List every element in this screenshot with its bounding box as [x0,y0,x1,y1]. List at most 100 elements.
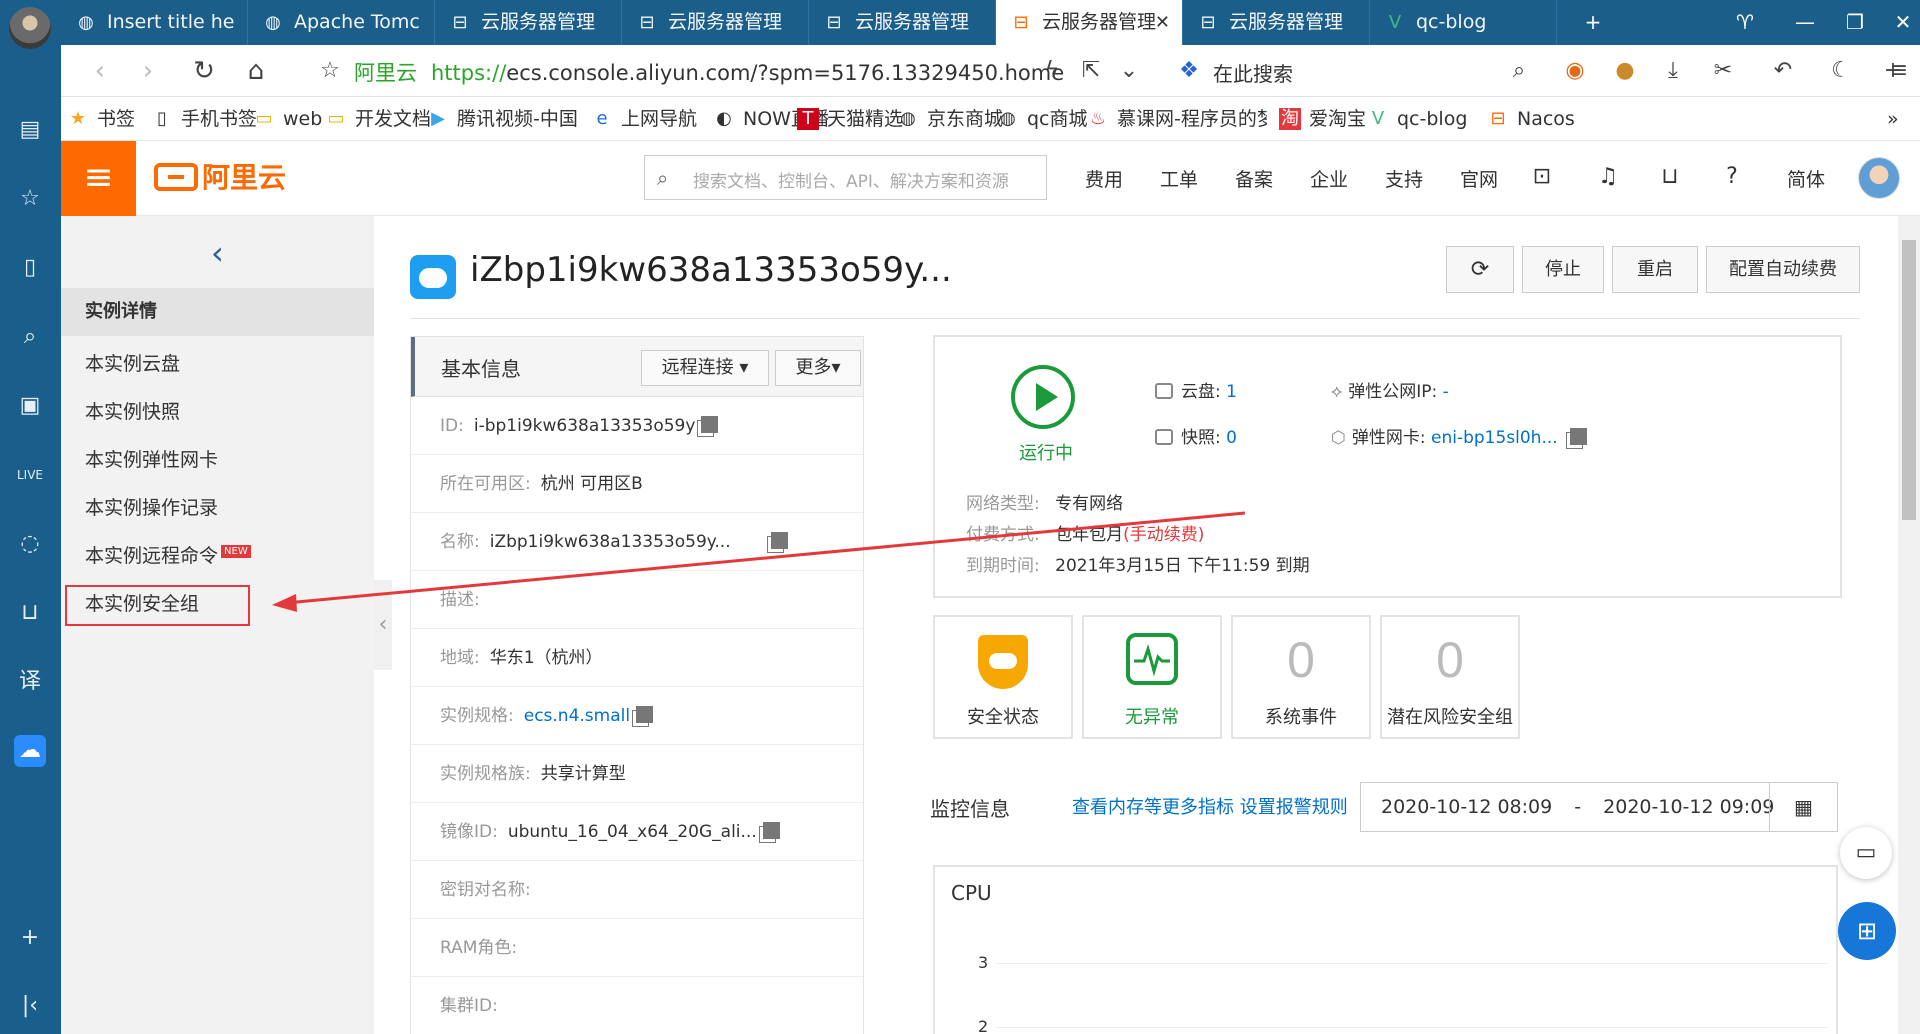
calendar-icon[interactable]: ▦ [1769,783,1837,831]
date-range-picker[interactable]: 2020-10-12 08:09 - 2020-10-12 09:09 ▦ [1360,782,1838,832]
scrollbar-thumb[interactable] [1902,240,1916,520]
restart-button[interactable]: 重启 [1612,246,1698,293]
bookmark-item[interactable]: ♨ 慕课网-程序员的梦 [1087,106,1267,132]
copy-icon[interactable] [701,416,719,433]
cart-icon[interactable]: ⊔ [1655,162,1685,192]
sidebar-item-snapshots[interactable]: 本实例快照 [85,397,180,424]
add-icon[interactable]: + [14,922,46,954]
copy-icon[interactable] [1569,428,1587,445]
cloud-icon[interactable]: ☁ [14,735,46,767]
download-icon[interactable]: ⤓ [1657,55,1689,87]
more-bookmarks-icon[interactable]: » [1887,106,1899,132]
search-icon[interactable]: ⌕ [14,321,46,353]
new-tab-icon[interactable]: + [1571,0,1615,45]
spec-link[interactable]: ecs.n4.small [524,706,630,726]
console-search-input[interactable]: ⌕ 搜索文档、控制台、API、解决方案和资源 [644,155,1047,200]
nav-fees[interactable]: 费用 [1085,165,1123,192]
refresh-button[interactable]: ⟳ [1446,246,1514,293]
undo-icon[interactable]: ↶ [1767,55,1799,87]
home-icon[interactable]: ⌂ [239,54,273,88]
browser-search[interactable]: ❖ 在此搜索 ⌕ [1173,53,1543,89]
apps-grid-icon[interactable]: ⊞ [1838,902,1896,960]
sidebar-item-detail[interactable]: 实例详情 [61,288,374,336]
monitor-links[interactable]: 查看内存等更多指标 设置报警规则 [1072,793,1348,819]
menu-icon[interactable]: ≡ [1883,55,1915,87]
remote-connect-button[interactable]: 远程连接 ▾ [641,350,769,386]
close-tab-icon[interactable]: ✕ [1155,0,1170,45]
tab-6[interactable]: ⊟ 云服务器管理 [1183,0,1370,45]
cart-icon[interactable]: ⊔ [14,597,46,629]
close-window-icon[interactable]: ✕ [1881,0,1920,45]
bookmark-item[interactable]: ⊟ Nacos [1487,106,1574,132]
bell-icon[interactable]: ♫ [1593,162,1623,192]
bookmark-item[interactable]: Vqc-blog [1367,106,1468,132]
collapse-icon[interactable]: |‹ [14,990,46,1022]
bookmark-item[interactable]: T 天猫精选 [797,106,903,132]
more-button[interactable]: 更多▾ [775,350,861,386]
live-icon[interactable]: LIVE [14,459,46,491]
snapshot-link[interactable]: 0 [1226,428,1237,448]
auto-renew-button[interactable]: 配置自动续费 [1706,246,1860,293]
tab-4[interactable]: ⊟ 云服务器管理 [809,0,996,45]
nav-support[interactable]: 支持 [1385,165,1423,192]
bag-icon[interactable]: ▣ [14,390,46,422]
hamburger-menu-icon[interactable]: ≡ [61,141,136,216]
bookmark-item[interactable]: ▶腾讯视频-中国领先 [427,106,577,132]
bookmark-item[interactable]: ▯ 手机书签 [151,106,257,132]
sidebar-item-remote-cmd[interactable]: 本实例远程命令 NEW [85,541,251,568]
bookmark-item[interactable]: ◍ 京东商城 [897,106,1003,132]
nav-icp[interactable]: 备案 [1235,165,1273,192]
book-icon[interactable]: ▯ [14,252,46,284]
moon-icon[interactable]: ☾ [1825,55,1857,87]
sidebar-item-eni[interactable]: 本实例弹性网卡 [85,445,218,472]
disk-link[interactable]: 1 [1226,382,1237,402]
star-icon[interactable]: ☆ [14,183,46,215]
minimize-icon[interactable]: — [1783,0,1827,45]
game-icon[interactable]: ◉ [1559,55,1591,87]
security-status-card[interactable]: 安全状态 [933,615,1073,739]
bookmark-item[interactable]: ◍ qc商城 [997,106,1087,132]
scrollbar[interactable] [1898,216,1920,1034]
search-icon[interactable]: ⌕ [1503,55,1535,87]
system-events-card[interactable]: 0 系统事件 [1231,615,1371,739]
bookmark-item[interactable]: ▭ 开发文档 [325,106,431,132]
tab-3[interactable]: ⊟ 云服务器管理 [622,0,809,45]
health-card[interactable]: 无异常 [1082,615,1222,739]
lightning-icon[interactable]: ϟ [1036,55,1068,87]
back-chevron-icon[interactable]: ‹ [211,234,224,272]
risk-sg-card[interactable]: 0 潜在风险安全组 [1380,615,1520,739]
tab-7[interactable]: Vqc-blog [1370,0,1557,45]
news-icon[interactable]: ▤ [14,114,46,146]
tab-0[interactable]: ◍ Insert title he [61,0,248,45]
eni-link[interactable]: eni-bp15sl0h... [1431,428,1558,448]
bookmark-item[interactable]: ★ 书签 [67,106,135,132]
avatar[interactable] [1858,157,1900,199]
copy-icon[interactable] [636,706,654,723]
restore-icon[interactable]: ❐ [1833,0,1877,45]
tab-5-active[interactable]: ⊟ 云服务器管理 ✕ [996,0,1183,45]
tab-2[interactable]: ⊟ 云服务器管理 [435,0,622,45]
back-icon[interactable]: ‹ [83,54,117,88]
skin-icon[interactable]: ♈ [1723,0,1767,45]
bookmark-star-icon[interactable]: ☆ [313,54,347,88]
user-avatar[interactable] [9,7,51,49]
share-icon[interactable]: ⇱ [1075,55,1107,87]
chat-icon[interactable]: ◌ [14,528,46,560]
sidebar-item-oplog[interactable]: 本实例操作记录 [85,493,218,520]
tab-1[interactable]: ◍ Apache Tomc [248,0,435,45]
bookmark-item[interactable]: e 上网导航 [591,106,697,132]
nav-tickets[interactable]: 工单 [1160,165,1198,192]
scissors-icon[interactable]: ✂ [1707,55,1739,87]
terminal-icon[interactable]: ⊡ [1527,162,1557,192]
collapse-sidebar-icon[interactable]: ‹ [374,580,392,670]
nav-enterprise[interactable]: 企业 [1310,165,1348,192]
copy-icon[interactable] [762,822,780,839]
edit-name-icon[interactable] [770,532,788,549]
language-switch[interactable]: 简体 [1787,165,1825,192]
reload-icon[interactable]: ↻ [187,54,221,88]
bookmark-item[interactable]: 淘爱淘宝 [1279,106,1366,132]
feedback-icon[interactable]: ▭ [1840,827,1892,879]
url-field[interactable]: 阿里云 https://ecs.console.aliyun.com/?spm=5… [354,57,1064,87]
help-icon[interactable]: ? [1717,162,1747,192]
bookmark-item[interactable]: ▭ web [253,106,322,132]
